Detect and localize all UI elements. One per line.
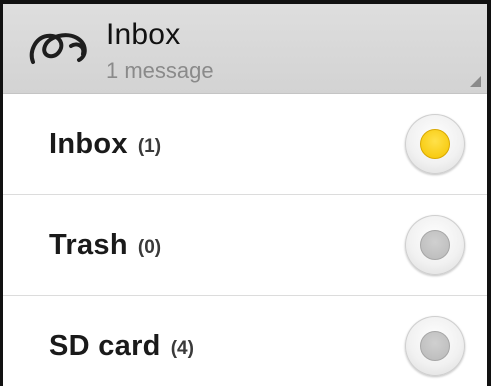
folder-count: (0) bbox=[137, 237, 162, 258]
folder-count: (1) bbox=[137, 136, 162, 157]
radio-selected-icon bbox=[420, 129, 450, 159]
folder-item-inbox[interactable]: Inbox (1) bbox=[3, 94, 487, 195]
header-subtitle: 1 message bbox=[106, 58, 214, 83]
folder-name: Trash bbox=[49, 228, 128, 261]
folder-label: SD card (4) bbox=[49, 296, 194, 386]
dialog-header[interactable]: Inbox 1 message bbox=[3, 4, 487, 94]
folder-label: Inbox (1) bbox=[49, 94, 161, 194]
folder-radio-sd-card[interactable] bbox=[405, 316, 465, 376]
dropdown-corner-icon bbox=[470, 76, 481, 87]
radio-unselected-icon bbox=[420, 230, 450, 260]
folder-dialog: Inbox 1 message Inbox (1) Trash (0) SD c… bbox=[0, 0, 491, 386]
folder-name: SD card bbox=[49, 329, 161, 362]
header-title: Inbox bbox=[106, 18, 181, 51]
radio-unselected-icon bbox=[420, 331, 450, 361]
folder-item-trash[interactable]: Trash (0) bbox=[3, 195, 487, 296]
folder-list: Inbox (1) Trash (0) SD card (4) bbox=[3, 94, 487, 386]
folder-count: (4) bbox=[170, 338, 194, 359]
folder-item-sd-card[interactable]: SD card (4) bbox=[3, 296, 487, 386]
folder-radio-trash[interactable] bbox=[405, 215, 465, 275]
folder-radio-inbox[interactable] bbox=[405, 114, 465, 174]
mail-loop-icon bbox=[29, 33, 87, 64]
folder-label: Trash (0) bbox=[49, 195, 161, 295]
folder-name: Inbox bbox=[49, 127, 128, 160]
